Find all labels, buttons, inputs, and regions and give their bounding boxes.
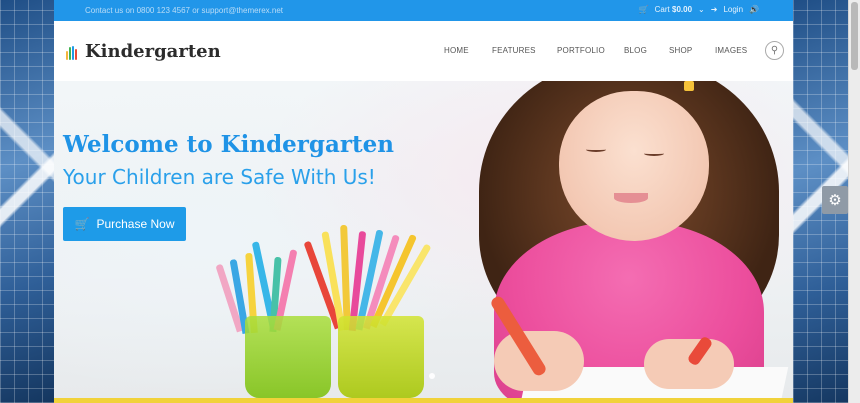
nav-item-blog[interactable]: BLOG: [624, 46, 669, 55]
scrollbar[interactable]: [848, 0, 860, 403]
nav-item-images[interactable]: IMAGES: [715, 46, 765, 55]
hero-slider: Welcome to Kindergarten Your Children ar…: [54, 81, 793, 399]
login-icon: ➜: [710, 5, 718, 14]
purchase-now-label: Purchase Now: [96, 217, 175, 231]
nav-item-features[interactable]: FEATURES: [492, 46, 557, 55]
purchase-now-button[interactable]: 🛒 Purchase Now: [63, 207, 186, 241]
cart-link[interactable]: Cart $0.00: [655, 5, 692, 14]
cart-icon: 🛒: [74, 217, 90, 231]
main-navigation: HOME FEATURES PORTFOLIO BLOG SHOP IMAGES: [444, 46, 765, 55]
login-link[interactable]: Login: [723, 5, 743, 14]
gear-icon[interactable]: ⚙: [822, 186, 848, 214]
cart-icon[interactable]: 🛒: [639, 5, 649, 14]
cart-amount: $0.00: [672, 5, 693, 14]
contact-info: Contact us on 0800 123 4567 or support@t…: [85, 6, 284, 15]
page-container: Contact us on 0800 123 4567 or support@t…: [54, 0, 793, 403]
cart-label: Cart: [654, 5, 670, 14]
search-icon[interactable]: ⚲: [765, 41, 784, 60]
site-logo[interactable]: Kindergarten: [65, 41, 221, 62]
top-bar: Contact us on 0800 123 4567 or support@t…: [54, 0, 793, 21]
chevron-down-icon[interactable]: ⌄: [698, 5, 705, 14]
logo-hand-icon: [65, 44, 79, 60]
volume-icon[interactable]: 🔊: [749, 5, 759, 14]
pencil-cup-right: [338, 316, 424, 398]
scrollbar-thumb[interactable]: [851, 2, 858, 70]
hero-subtitle: Your Children are Safe With Us!: [63, 165, 376, 189]
top-bar-actions: 🛒 Cart $0.00 ⌄ ➜ Login 🔊: [639, 5, 759, 14]
background-decoration-left: [0, 0, 54, 403]
slider-dot[interactable]: [429, 373, 435, 379]
site-header: Kindergarten HOME FEATURES PORTFOLIO BLO…: [54, 21, 793, 81]
nav-item-shop[interactable]: SHOP: [669, 46, 715, 55]
nav-item-home[interactable]: HOME: [444, 46, 492, 55]
pencil-cup-left: [245, 316, 331, 398]
nav-item-portfolio[interactable]: PORTFOLIO: [557, 46, 624, 55]
hero-title: Welcome to Kindergarten: [63, 131, 394, 158]
logo-text: Kindergarten: [85, 41, 221, 62]
bottom-accent-bar: [54, 398, 793, 403]
